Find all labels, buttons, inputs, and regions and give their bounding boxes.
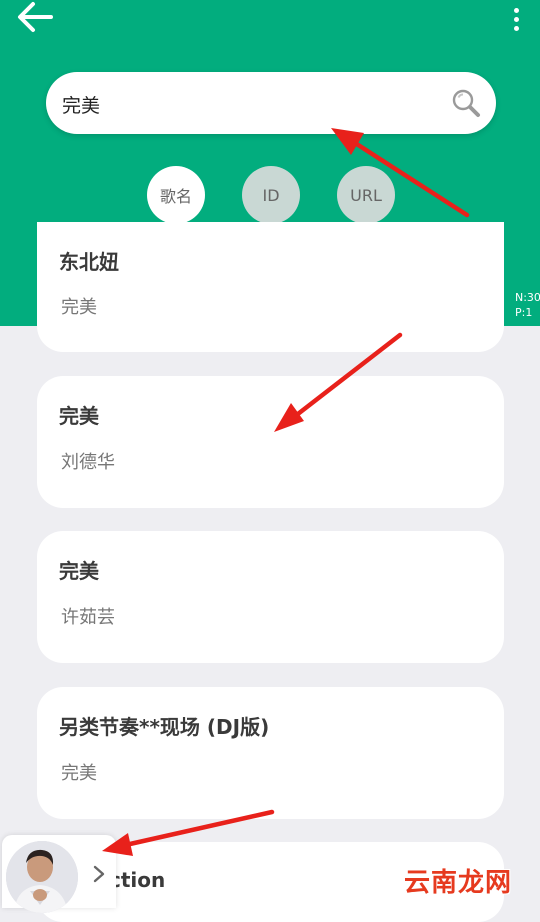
result-item[interactable]: 另类节奏**现场 (DJ版) 完美 [37,687,504,819]
search-box [46,72,496,136]
more-vertical-icon [513,7,519,13]
song-artist: 完美 [61,297,97,318]
song-artist: 刘德华 [61,452,115,473]
search-input[interactable] [60,72,434,136]
song-title: 东北妞 [59,250,119,274]
back-button[interactable] [14,0,56,34]
song-title: ction [109,868,166,892]
result-counter: N:30 P:1 [515,290,540,320]
result-count: N:30 [515,291,540,304]
watermark-logo: 云南龙网 [404,868,513,898]
song-title: 完美 [59,559,99,583]
album-avatar [6,841,78,913]
song-title: 完美 [59,404,99,428]
result-item[interactable]: 完美 刘德华 [37,376,504,508]
song-artist: 完美 [61,763,97,784]
page-number: P:1 [515,306,533,319]
song-title: 另类节奏**现场 (DJ版) [59,715,270,739]
result-item[interactable]: 东北妞 完美 [37,222,504,352]
result-item[interactable]: 完美 许茹芸 [37,531,504,663]
more-menu-button[interactable] [504,4,528,34]
mini-player[interactable] [2,835,116,913]
search-icon[interactable] [450,87,482,119]
song-artist: 许茹芸 [61,607,115,628]
mode-title-button[interactable]: 歌名 [147,166,205,224]
mode-id-button[interactable]: ID [242,166,300,224]
mode-url-button[interactable]: URL [337,166,395,224]
arrow-left-icon [18,2,53,32]
chevron-right-icon [93,865,105,883]
